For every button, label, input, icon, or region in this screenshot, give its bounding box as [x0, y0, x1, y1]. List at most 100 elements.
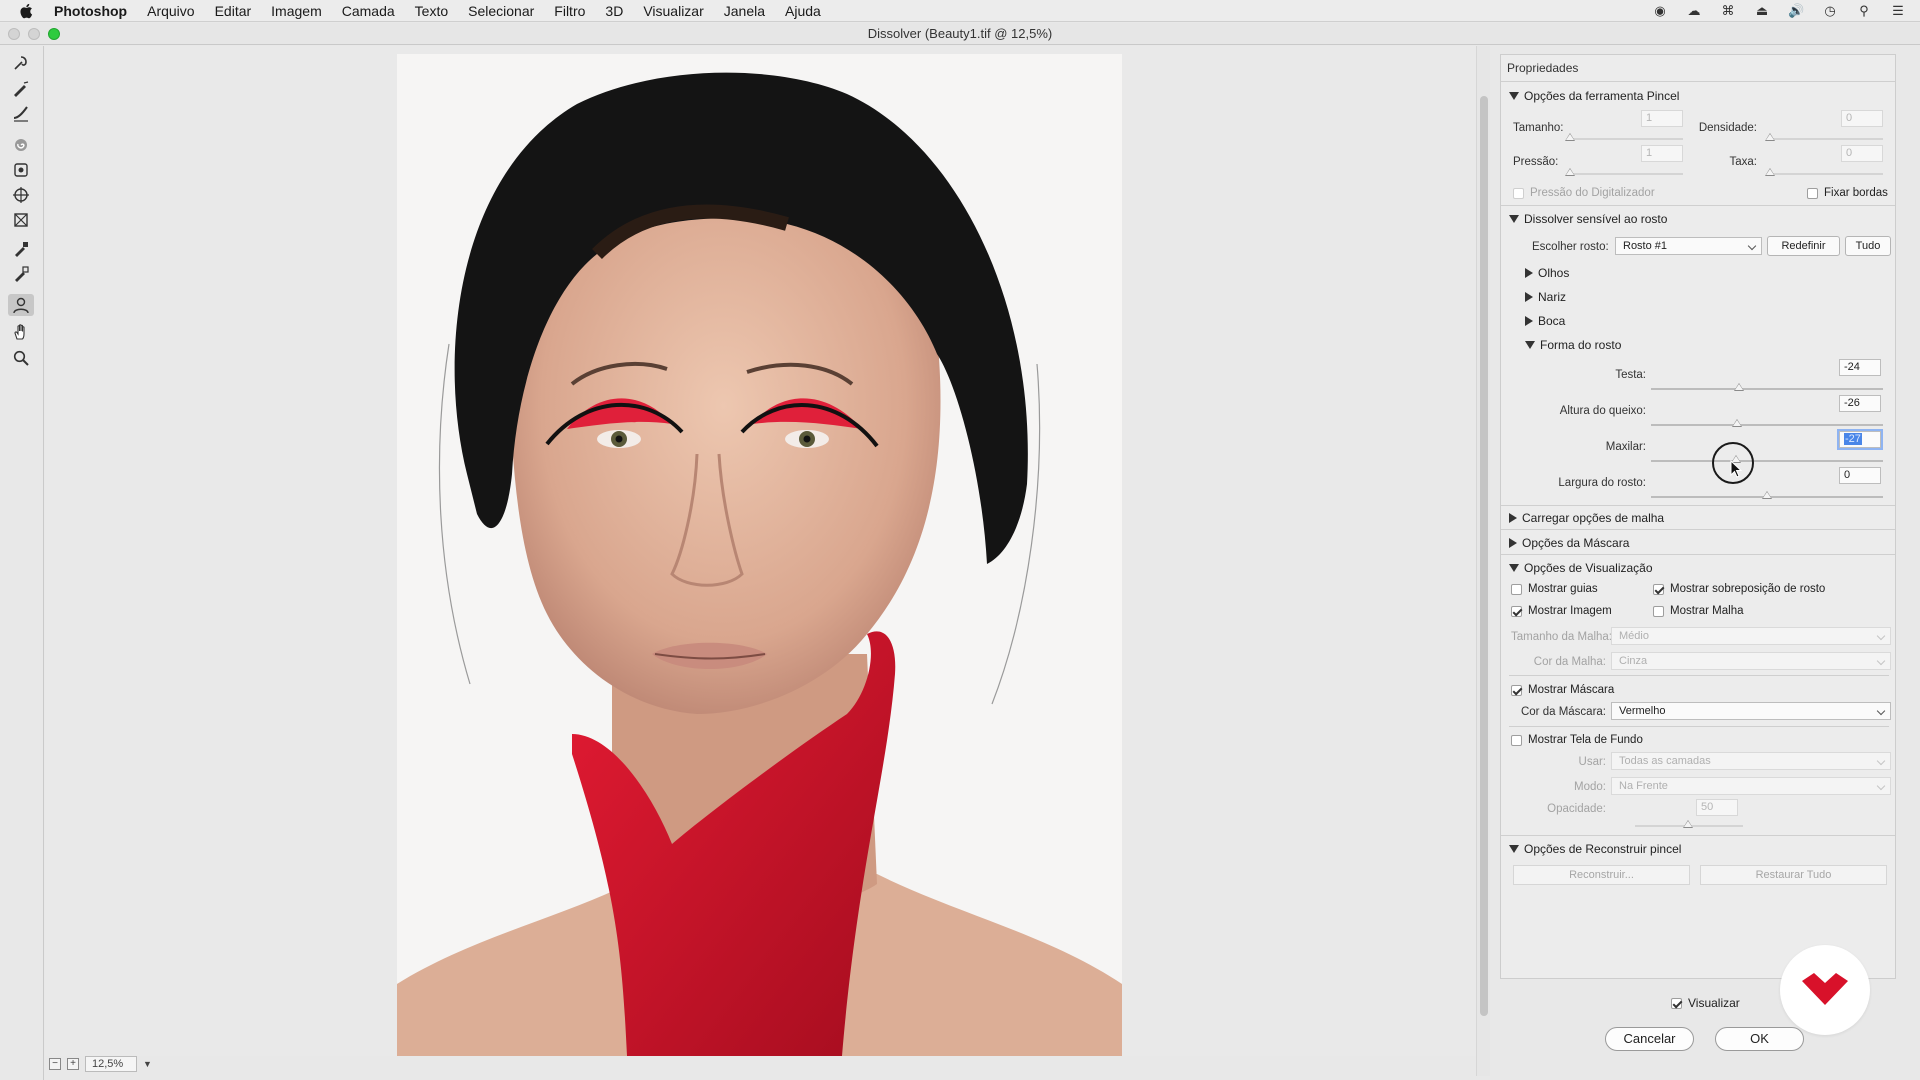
mesh-color-dropdown[interactable]: Cinza — [1611, 652, 1891, 670]
menu-ajuda[interactable]: Ajuda — [785, 3, 821, 19]
brush-rate-input[interactable]: 0 — [1841, 145, 1883, 162]
checkbox-box — [1513, 187, 1524, 199]
reconstruct-button[interactable]: Reconstruir... — [1513, 865, 1690, 885]
reconstruct-tool[interactable] — [8, 78, 34, 100]
record-icon[interactable]: ◉ — [1652, 4, 1668, 18]
zoom-tool[interactable] — [8, 347, 34, 369]
zoom-dropdown-icon[interactable]: ▼ — [143, 1059, 152, 1069]
jawline-slider[interactable] — [1651, 455, 1883, 465]
slider-knob[interactable] — [1734, 383, 1745, 391]
chin-height-input[interactable]: -26 — [1839, 395, 1881, 412]
brush-density-input[interactable]: 0 — [1841, 110, 1883, 127]
canvas-area[interactable] — [45, 46, 1477, 1056]
face-tool[interactable] — [8, 294, 34, 316]
jawline-input[interactable]: -27 — [1839, 431, 1881, 448]
brush-size-slider[interactable] — [1565, 133, 1683, 143]
mesh-color-label: Cor da Malha: — [1533, 656, 1606, 668]
show-face-overlay-checkbox[interactable]: Mostrar sobreposição de rosto — [1653, 583, 1825, 595]
chin-height-slider[interactable] — [1651, 419, 1883, 429]
zoom-out-button[interactable]: − — [49, 1058, 61, 1070]
brush-rate-slider[interactable] — [1765, 168, 1883, 178]
freeze-mask-tool[interactable] — [8, 238, 34, 260]
mask-color-dropdown[interactable]: Vermelho — [1611, 702, 1891, 720]
eject-icon[interactable]: ⏏ — [1754, 4, 1770, 18]
menu-texto[interactable]: Texto — [415, 3, 448, 19]
portrait-illustration — [397, 54, 1122, 1056]
subsection-nose[interactable]: Nariz — [1525, 290, 1566, 304]
cancel-button[interactable]: Cancelar — [1605, 1027, 1694, 1051]
checkbox-box — [1653, 583, 1664, 595]
section-load-mesh[interactable]: Carregar opções de malha — [1509, 511, 1664, 525]
time-machine-icon[interactable]: ◷ — [1822, 4, 1838, 18]
face-width-slider[interactable] — [1651, 491, 1883, 501]
menu-visualizar[interactable]: Visualizar — [643, 3, 703, 19]
zoom-level-field[interactable]: 12,5% — [85, 1056, 137, 1072]
subsection-mouth[interactable]: Boca — [1525, 314, 1565, 328]
stylus-pressure-checkbox[interactable]: Pressão do Digitalizador — [1513, 187, 1655, 199]
menu-selecionar[interactable]: Selecionar — [468, 3, 534, 19]
slider-knob[interactable] — [1731, 419, 1742, 427]
opacity-slider[interactable] — [1635, 820, 1743, 830]
face-width-input[interactable]: 0 — [1839, 467, 1881, 484]
checkbox-label: Mostrar Máscara — [1528, 684, 1615, 696]
volume-icon[interactable]: 🔊 — [1788, 4, 1804, 18]
show-guides-checkbox[interactable]: Mostrar guias — [1511, 583, 1598, 595]
hand-tool[interactable] — [8, 321, 34, 343]
thaw-mask-icon — [15, 266, 29, 282]
command-icon[interactable]: ⌘ — [1720, 4, 1736, 18]
subsection-face-shape[interactable]: Forma do rosto — [1525, 338, 1621, 352]
menu-janela[interactable]: Janela — [724, 3, 765, 19]
show-image-checkbox[interactable]: Mostrar Imagem — [1511, 605, 1612, 617]
thaw-mask-tool[interactable] — [8, 263, 34, 285]
mesh-size-label: Tamanho da Malha: — [1511, 631, 1613, 643]
opacity-input[interactable]: 50 — [1696, 799, 1738, 816]
notification-center-icon[interactable]: ☰ — [1890, 4, 1906, 18]
section-brush-options[interactable]: Opções da ferramenta Pincel — [1509, 89, 1679, 103]
all-button[interactable]: Tudo — [1845, 236, 1891, 256]
menu-app[interactable]: Photoshop — [54, 3, 127, 19]
menu-filtro[interactable]: Filtro — [554, 3, 585, 19]
section-mask-options[interactable]: Opções da Máscara — [1509, 536, 1629, 550]
select-face-dropdown[interactable]: Rosto #1 — [1615, 237, 1762, 255]
section-face-aware[interactable]: Dissolver sensível ao rosto — [1509, 212, 1667, 226]
apple-icon[interactable] — [18, 2, 36, 20]
forehead-slider[interactable] — [1651, 383, 1883, 393]
restore-all-button[interactable]: Restaurar Tudo — [1700, 865, 1887, 885]
forehead-input[interactable]: -24 — [1839, 359, 1881, 376]
forward-warp-tool[interactable] — [8, 52, 34, 74]
scrollbar-thumb[interactable] — [1480, 96, 1488, 1016]
creative-cloud-icon[interactable]: ☁ — [1686, 4, 1702, 18]
menu-camada[interactable]: Camada — [342, 3, 395, 19]
subsection-eyes[interactable]: Olhos — [1525, 266, 1569, 280]
push-left-tool[interactable] — [8, 209, 34, 231]
menu-3d[interactable]: 3D — [605, 3, 623, 19]
divider — [1501, 554, 1895, 555]
show-mask-checkbox[interactable]: Mostrar Máscara — [1511, 684, 1614, 696]
menu-arquivo[interactable]: Arquivo — [147, 3, 194, 19]
section-reconstruct[interactable]: Opções de Reconstruir pincel — [1509, 842, 1681, 856]
preview-checkbox[interactable]: Visualizar — [1671, 996, 1740, 1010]
mesh-size-dropdown[interactable]: Médio — [1611, 627, 1891, 645]
pin-edges-checkbox[interactable]: Fixar bordas — [1807, 187, 1888, 199]
zoom-in-button[interactable]: + — [67, 1058, 79, 1070]
brush-pressure-slider[interactable] — [1565, 168, 1683, 178]
section-view-options[interactable]: Opções de Visualização — [1509, 561, 1653, 575]
mode-label: Modo: — [1574, 781, 1606, 793]
bloat-tool[interactable] — [8, 184, 34, 206]
brush-pressure-label: Pressão: — [1513, 156, 1559, 168]
twirl-tool[interactable] — [8, 134, 34, 156]
reset-button[interactable]: Redefinir — [1767, 236, 1840, 256]
show-backdrop-checkbox[interactable]: Mostrar Tela de Fundo — [1511, 734, 1643, 746]
brush-density-slider[interactable] — [1765, 133, 1883, 143]
vertical-scrollbar[interactable] — [1476, 46, 1490, 1076]
use-dropdown[interactable]: Todas as camadas — [1611, 752, 1891, 770]
portrait-photo[interactable] — [397, 54, 1122, 1056]
show-mesh-checkbox[interactable]: Mostrar Malha — [1653, 605, 1744, 617]
mode-dropdown[interactable]: Na Frente — [1611, 777, 1891, 795]
pucker-tool[interactable] — [8, 159, 34, 181]
smooth-tool[interactable] — [8, 102, 34, 124]
menu-editar[interactable]: Editar — [215, 3, 252, 19]
spotlight-icon[interactable]: ⚲ — [1856, 4, 1872, 18]
menu-imagem[interactable]: Imagem — [271, 3, 322, 19]
slider-knob[interactable] — [1762, 491, 1772, 499]
